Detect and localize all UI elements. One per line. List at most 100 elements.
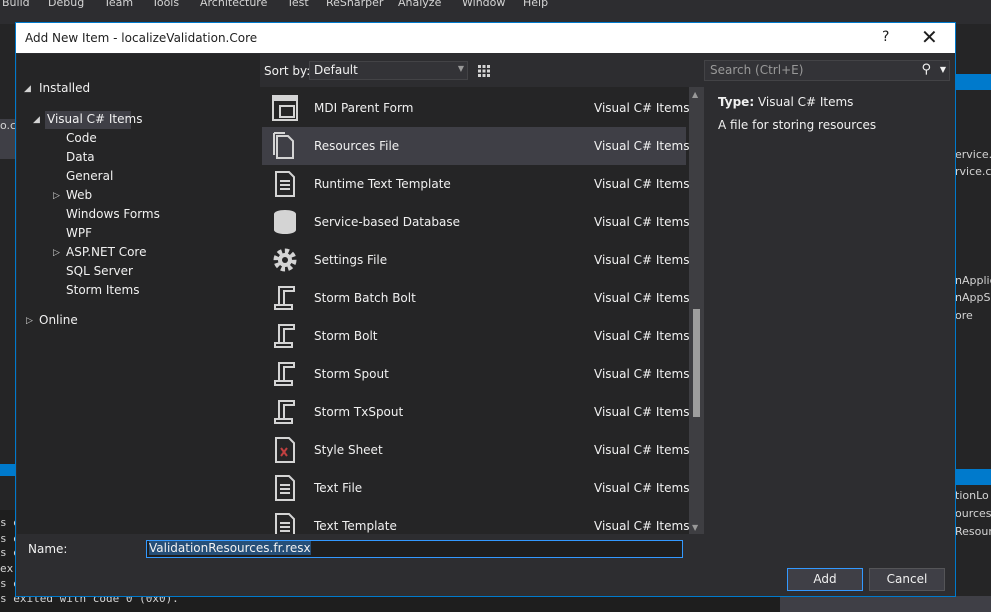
style-sheet-icon [270,435,300,465]
solution-item[interactable]: nAppSe [955,291,991,304]
type-label: Type: [718,95,755,109]
storm-icon [270,321,300,351]
grid-view-button[interactable] [474,60,494,81]
name-input[interactable]: ValidationResources.fr.resx [146,540,683,558]
solution-item[interactable]: ources [955,507,991,520]
tree-node-web[interactable]: Web [66,188,92,202]
template-list: MDI Parent Form Visual C# Items Resources … [260,87,704,534]
menu-help[interactable]: Help [523,0,548,9]
item-category: Visual C# Items [594,443,690,457]
menu-team[interactable]: Team [104,0,133,9]
item-name: Settings File [314,253,388,267]
solution-item[interactable]: Resour [955,525,991,538]
item-category: Visual C# Items [594,405,690,419]
category-tree: ◢ Installed ◢ Visual C# Items Code Data … [17,54,260,534]
expand-triangle-icon[interactable]: ▷ [53,248,60,258]
tree-node-sql-server[interactable]: SQL Server [66,264,133,278]
ide-status-area [780,596,991,612]
tree-node-visual-csharp[interactable]: Visual C# Items [47,112,142,126]
cancel-button[interactable]: Cancel [869,568,945,591]
add-button[interactable]: Add [787,568,863,591]
text-file-icon [270,473,300,503]
menu-architecture[interactable]: Architecture [200,0,267,9]
item-category: Visual C# Items [594,101,690,115]
tree-node-storm-items[interactable]: Storm Items [66,283,139,297]
ide-right-header [955,74,991,90]
list-item[interactable]: Storm Spout Visual C# Items [262,355,689,393]
add-new-item-dialog: Add New Item - localizeValidation.Core ?… [15,22,956,597]
scroll-up-icon[interactable]: ▲ [692,90,698,99]
item-name: Text Template [314,519,397,533]
expand-triangle-icon[interactable]: ▷ [26,316,33,326]
search-placeholder: Search (Ctrl+E) [710,63,804,77]
menu-resharper[interactable]: ReSharper [326,0,383,9]
item-type: Type: Visual C# Items [718,95,853,109]
menu-debug[interactable]: Debug [48,0,84,9]
list-item[interactable]: Storm Batch Bolt Visual C# Items [262,279,690,317]
solution-item[interactable]: tionLo [955,489,989,502]
search-icon[interactable]: ⚲ [921,62,931,77]
tree-node-general[interactable]: General [66,169,113,183]
solution-item[interactable]: rvice.c [955,165,991,178]
item-name: Storm Bolt [314,329,378,343]
scroll-down-icon[interactable]: ▼ [692,523,698,532]
item-category: Visual C# Items [594,139,690,153]
item-category: Visual C# Items [594,177,690,191]
name-label: Name: [28,542,68,556]
item-category: Visual C# Items [594,519,690,533]
item-category: Visual C# Items [594,291,690,305]
chevron-down-icon: ▼ [457,64,464,73]
menu-build[interactable]: Build [2,0,30,9]
list-item[interactable]: Runtime Text Template Visual C# Items [262,165,690,203]
item-name: Resources File [314,139,400,153]
ide-left-highlight [0,464,16,476]
list-item[interactable]: Settings File Visual C# Items [262,241,690,279]
search-input[interactable]: Search (Ctrl+E) ⚲ ▼ [704,60,950,81]
list-item[interactable]: Storm Bolt Visual C# Items [262,317,689,355]
help-button[interactable]: ? [882,29,889,45]
tree-node-windows-forms[interactable]: Windows Forms [66,207,160,221]
solution-item[interactable]: ore [955,309,973,322]
item-name: Style Sheet [314,443,383,457]
list-item[interactable]: Resources File Visual C# Items [262,127,690,165]
list-item[interactable]: Service-based Database Visual C# Items [262,203,690,241]
sort-value: Default [314,63,358,77]
item-name: Storm Batch Bolt [314,291,416,305]
menu-window[interactable]: Window [462,0,505,9]
list-item[interactable]: Text File Visual C# Items [262,469,689,507]
tree-node-wpf[interactable]: WPF [66,226,92,240]
list-item[interactable]: MDI Parent Form Visual C# Items [262,89,690,127]
list-item[interactable]: Text Template Visual C# Items [262,507,690,534]
gear-icon [270,245,300,275]
tree-node-code[interactable]: Code [66,131,97,145]
menu-tools[interactable]: Tools [152,0,179,9]
list-item[interactable]: Storm TxSpout Visual C# Items [262,393,690,431]
sort-label: Sort by: [264,64,311,78]
tree-node-online[interactable]: Online [39,313,78,327]
text-template-icon [270,511,300,534]
item-details-pane: Type: Visual C# Items A file for storing… [704,87,954,534]
storm-icon [270,397,300,427]
item-category: Visual C# Items [594,253,690,267]
list-item[interactable]: Style Sheet Visual C# Items [262,431,690,469]
storm-icon [270,359,300,389]
solution-item[interactable]: nApplic [955,274,991,287]
menu-analyze[interactable]: Analyze [398,0,441,9]
close-button[interactable]: ✕ [921,25,938,49]
tree-node-installed[interactable]: Installed [39,81,90,95]
expand-triangle-icon[interactable]: ▷ [53,191,60,201]
tree-node-data[interactable]: Data [66,150,95,164]
menu-test[interactable]: Test [287,0,309,9]
item-category: Visual C# Items [594,215,690,229]
item-name: Storm Spout [314,367,389,381]
storm-icon [270,283,300,313]
solution-item[interactable]: ervice.c [955,148,991,161]
chevron-down-icon[interactable]: ▼ [940,65,946,74]
tree-node-aspnet-core[interactable]: ASP.NET Core [66,245,146,259]
collapse-triangle-icon[interactable]: ◢ [33,115,40,125]
scrollbar-thumb[interactable] [693,309,700,417]
collapse-triangle-icon[interactable]: ◢ [24,84,31,94]
sort-dropdown[interactable]: Default ▼ [309,61,468,80]
list-scrollbar[interactable]: ▲ ▼ [689,87,704,534]
item-name: Runtime Text Template [314,177,451,191]
